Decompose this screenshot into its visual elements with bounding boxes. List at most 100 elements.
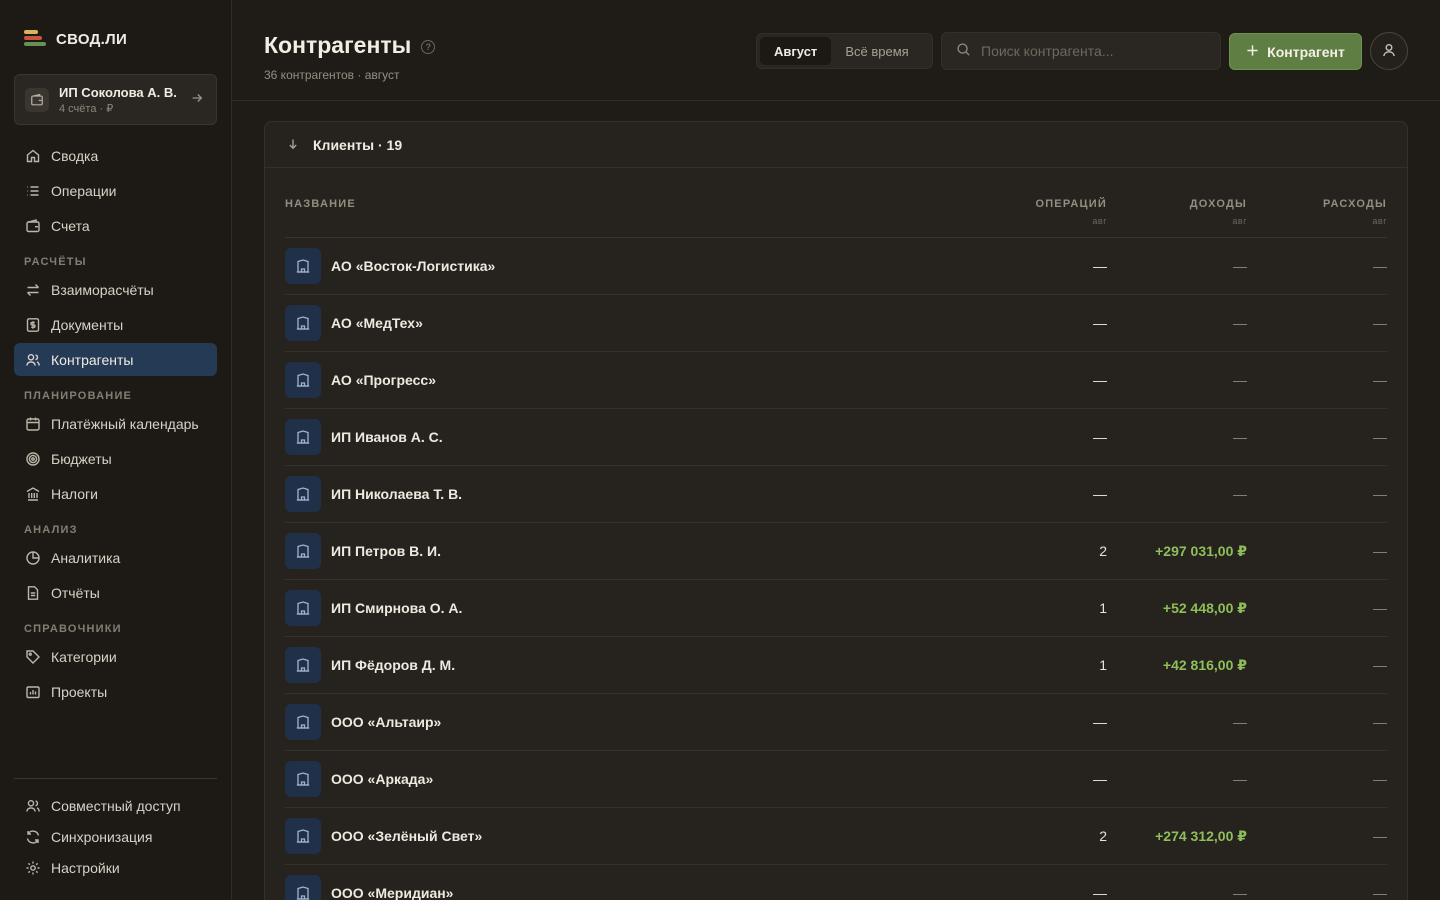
help-icon[interactable]: ? [421, 39, 436, 54]
sidebar-item-label: Налоги [51, 485, 98, 502]
table-row[interactable]: АО «Восток-Логистика» — — — [285, 238, 1387, 295]
operations-count: 2 [1099, 828, 1107, 844]
header-divider [232, 100, 1440, 101]
counterparty-name[interactable]: ООО «Меридиан» [331, 885, 453, 900]
income-amount: +52 448,00 ₽ [1162, 600, 1247, 616]
home-icon [24, 147, 41, 164]
sidebar-item-label: Счета [51, 217, 90, 234]
sidebar-item-budgets[interactable]: Бюджеты [14, 442, 217, 475]
sidebar-item-shared-access[interactable]: Совместный доступ [14, 789, 217, 822]
wallet-icon [24, 217, 41, 234]
operations-count: — [1093, 315, 1107, 331]
column-header-name[interactable]: НАЗВАНИЕ [285, 198, 356, 210]
sidebar-item-analytics[interactable]: Аналитика [14, 541, 217, 574]
sidebar-item-settlements[interactable]: Взаиморасчёты [14, 273, 217, 306]
group-header[interactable]: Клиенты · 19 [265, 122, 1407, 168]
building-icon [285, 647, 321, 683]
income-amount: +42 816,00 ₽ [1162, 657, 1247, 673]
counterparty-name[interactable]: АО «МедТех» [331, 315, 423, 331]
sidebar-item-counterparties[interactable]: Контрагенты [14, 343, 217, 376]
expense-amount: — [1373, 714, 1387, 730]
table-row[interactable]: ИП Николаева Т. В. — — — [285, 466, 1387, 523]
building-icon [285, 476, 321, 512]
sidebar: СВОД.ЛИ ИП Соколова А. В. 4 счёта · ₽ Св… [0, 0, 232, 900]
target-icon [24, 450, 41, 467]
sidebar-item-sync[interactable]: Синхронизация [14, 820, 217, 853]
sidebar-item-documents[interactable]: Документы [14, 308, 217, 341]
counterparty-name[interactable]: ООО «Аркада» [331, 771, 433, 787]
expense-amount: — [1373, 315, 1387, 331]
column-header-expense-period: авг [1372, 216, 1387, 226]
table-row[interactable]: ИП Иванов А. С. — — — [285, 409, 1387, 466]
sidebar-item-label: Операции [51, 182, 117, 199]
operations-count: 1 [1099, 600, 1107, 616]
period-option-all-time[interactable]: Всё время [831, 37, 922, 65]
column-header-expense[interactable]: РАСХОДЫ [1323, 198, 1387, 210]
sidebar-item-settings[interactable]: Настройки [14, 851, 217, 884]
column-header-income[interactable]: ДОХОДЫ [1190, 198, 1247, 210]
sidebar-item-label: Контрагенты [51, 351, 134, 368]
plus-icon [1246, 44, 1259, 60]
column-header-ops[interactable]: ОПЕРАЦИЙ [1035, 198, 1107, 210]
operations-count: — [1093, 372, 1107, 388]
income-amount: — [1233, 486, 1247, 502]
group-title: Клиенты · 19 [313, 136, 403, 153]
swap-icon [24, 281, 41, 298]
expense-amount: — [1373, 258, 1387, 274]
counterparty-name[interactable]: ООО «Зелёный Свет» [331, 828, 482, 844]
counterparty-name[interactable]: ИП Николаева Т. В. [331, 486, 462, 502]
search-input[interactable] [981, 43, 1201, 59]
expense-amount: — [1373, 543, 1387, 559]
sidebar-item-summary[interactable]: Сводка [14, 139, 217, 172]
sidebar-item-label: Аналитика [51, 549, 121, 566]
table-row[interactable]: ООО «Меридиан» — — — [285, 865, 1387, 900]
sidebar-item-operations[interactable]: Операции [14, 174, 217, 207]
period-option-month[interactable]: Август [760, 37, 832, 65]
table-row[interactable]: ИП Петров В. И. 2 +297 031,00 ₽ — [285, 523, 1387, 580]
sidebar-item-payment-calendar[interactable]: Платёжный календарь [14, 407, 217, 440]
operations-count: 2 [1099, 543, 1107, 559]
expense-amount: — [1373, 657, 1387, 673]
page-title-text: Контрагенты [264, 32, 412, 58]
building-icon [285, 362, 321, 398]
main-content: Контрагенты ? 36 контрагентов · август А… [232, 0, 1440, 900]
sidebar-item-reports[interactable]: Отчёты [14, 576, 217, 609]
table-row[interactable]: АО «Прогресс» — — — [285, 352, 1387, 409]
counterparty-group-panel: Клиенты · 19 НАЗВАНИЕ ОПЕРАЦИЙ авг ДОХОД… [264, 121, 1408, 900]
add-counterparty-button[interactable]: Контрагент [1229, 33, 1362, 70]
table-row[interactable]: ООО «Аркада» — — — [285, 751, 1387, 808]
table-row[interactable]: ИП Фёдоров Д. М. 1 +42 816,00 ₽ — [285, 637, 1387, 694]
counterparty-name[interactable]: ИП Фёдоров Д. М. [331, 657, 455, 673]
operations-count: — [1093, 429, 1107, 445]
table-row[interactable]: АО «МедТех» — — — [285, 295, 1387, 352]
table-row[interactable]: ИП Смирнова О. А. 1 +52 448,00 ₽ — [285, 580, 1387, 637]
income-amount: — [1233, 771, 1247, 787]
counterparty-name[interactable]: ИП Иванов А. С. [331, 429, 443, 445]
building-icon [285, 419, 321, 455]
counterparty-name[interactable]: АО «Восток-Логистика» [331, 258, 495, 274]
operations-count: — [1093, 885, 1107, 900]
table-row[interactable]: ООО «Альтаир» — — — [285, 694, 1387, 751]
sidebar-divider [14, 778, 217, 779]
table-row[interactable]: ООО «Зелёный Свет» 2 +274 312,00 ₽ — [285, 808, 1387, 865]
counterparty-name[interactable]: ИП Петров В. И. [331, 543, 441, 559]
tag-icon [24, 648, 41, 665]
sidebar-item-projects[interactable]: Проекты [14, 675, 217, 708]
building-icon [285, 818, 321, 854]
counterparty-name[interactable]: ИП Смирнова О. А. [331, 600, 462, 616]
bank-icon [24, 485, 41, 502]
sidebar-item-accounts[interactable]: Счета [14, 209, 217, 242]
sidebar-item-taxes[interactable]: Налоги [14, 477, 217, 510]
user-icon [1381, 42, 1397, 61]
column-header-ops-period: авг [1092, 216, 1107, 226]
sidebar-item-label: Синхронизация [51, 828, 153, 845]
counterparty-name[interactable]: ООО «Альтаир» [331, 714, 441, 730]
list-icon [24, 182, 41, 199]
expense-amount: — [1373, 372, 1387, 388]
user-avatar-button[interactable] [1370, 32, 1408, 70]
operations-count: — [1093, 486, 1107, 502]
counterparty-name[interactable]: АО «Прогресс» [331, 372, 436, 388]
sidebar-item-label: Отчёты [51, 584, 100, 601]
add-button-label: Контрагент [1267, 43, 1345, 60]
sidebar-item-categories[interactable]: Категории [14, 640, 217, 673]
